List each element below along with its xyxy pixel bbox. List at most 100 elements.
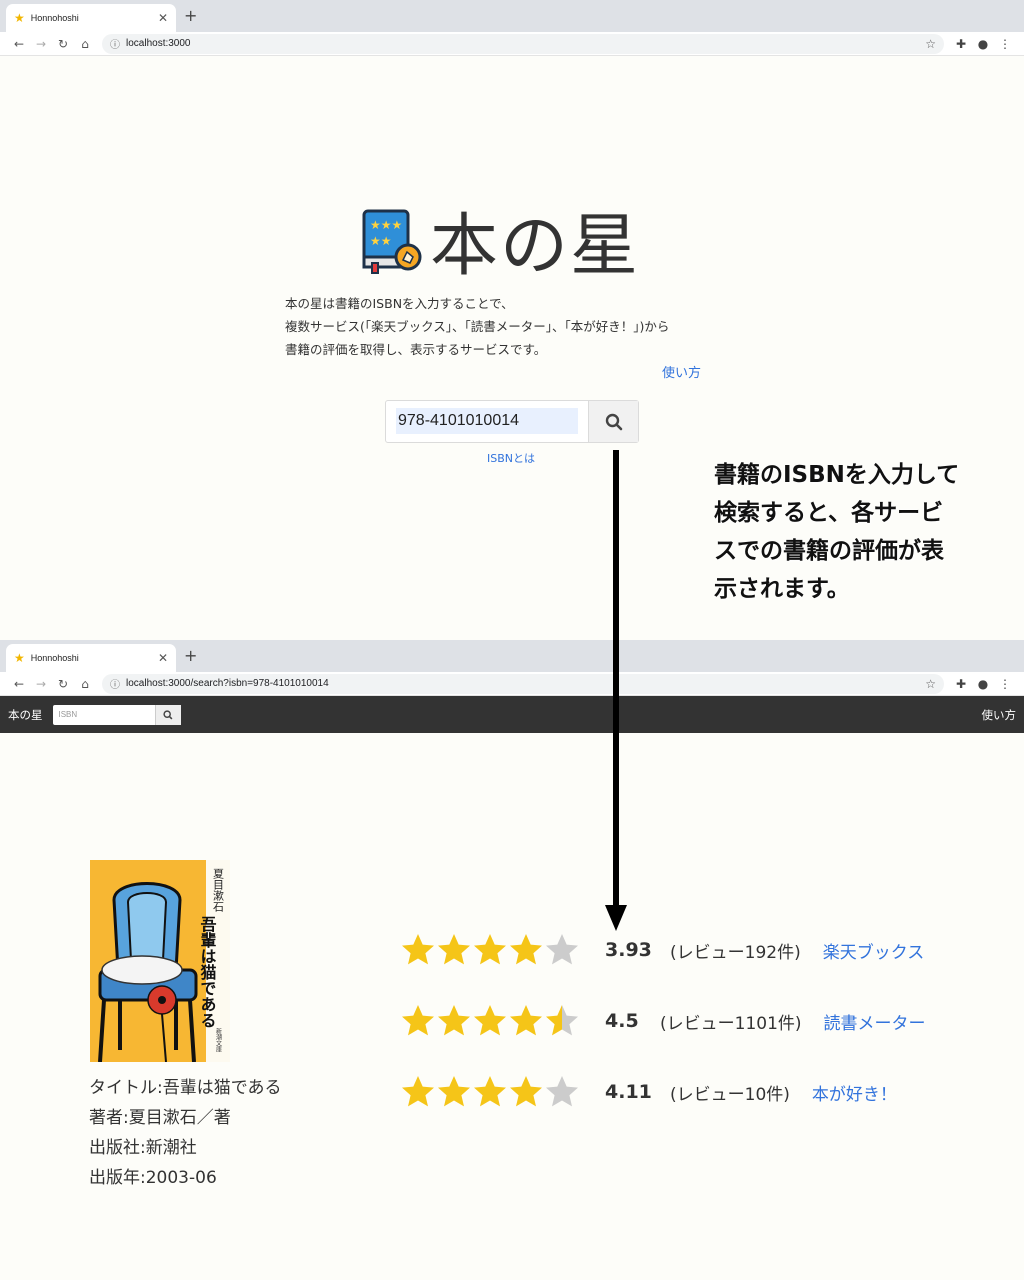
rating-score: 4.11 [605, 1081, 652, 1103]
review-count: (レビュー10件) [670, 1084, 790, 1105]
navbar-search-input[interactable]: ISBN [53, 710, 155, 719]
cover-title-text: 吾輩は猫である [198, 916, 217, 1028]
tab-title: Honnohoshi [30, 13, 79, 23]
callout-line: 検索すると、各サービ [714, 500, 944, 526]
address-url: localhost:3000/search?isbn=978-410101001… [126, 678, 329, 689]
browser-chrome-top: ★ Honnohoshi ✕ + ← → ↻ ⌂ ⓘ localhost:300… [0, 0, 1024, 56]
address-bar[interactable]: ⓘ localhost:3000 ☆ [102, 33, 944, 54]
star-icon [474, 1076, 506, 1107]
cover-publisher-text: 新潮文庫 [215, 1027, 222, 1053]
book-published-date: 出版年:2003-06 [89, 1168, 217, 1188]
star-icon [546, 1076, 578, 1107]
search-button[interactable] [588, 401, 638, 442]
reload-icon[interactable]: ↻ [52, 37, 74, 51]
navbar-search: ISBN [52, 704, 181, 725]
star-icon [546, 1005, 578, 1036]
description-line: 複数サービス(「楽天ブックス」、「読書メーター」、「本が好き！」)から [285, 319, 670, 334]
star-favicon-icon: ★ [14, 11, 25, 25]
site-navbar: 本の星 ISBN 使い方 [0, 696, 1024, 733]
navbar-brand[interactable]: 本の星 [8, 707, 43, 723]
callout-line: 示されます。 [714, 576, 850, 602]
service-link-honzuki[interactable]: 本が好き！ [812, 1080, 897, 1105]
annotation-arrow-shaft [613, 450, 619, 910]
close-tab-icon[interactable]: ✕ [158, 11, 168, 25]
rating-row: 4.11 (レビュー10件) 本が好き！ [400, 1072, 897, 1112]
menu-icon[interactable]: ⋮ [994, 677, 1016, 691]
star-favicon-icon: ★ [14, 651, 25, 665]
tab-strip: ★ Honnohoshi ✕ + [0, 640, 1024, 672]
service-link-rakuten[interactable]: 楽天ブックス [823, 938, 925, 963]
review-count: (レビュー192件) [670, 942, 801, 963]
tab-strip: ★ Honnohoshi ✕ + [0, 0, 1024, 32]
menu-icon[interactable]: ⋮ [994, 37, 1016, 51]
star-icon [438, 1005, 470, 1036]
rating-row: 4.5 (レビュー1101件) 読書メーター [400, 1001, 926, 1041]
new-tab-icon[interactable]: + [184, 646, 197, 665]
svg-text:★★: ★★ [370, 234, 392, 248]
star-rating [400, 932, 580, 968]
isbn-search-form: 978-4101010014 [385, 400, 639, 443]
search-icon [605, 413, 622, 430]
site-title: 本の星 [430, 207, 641, 286]
annotation-arrow-head [605, 905, 627, 931]
address-url: localhost:3000 [126, 38, 191, 49]
isbn-input-value: 978-4101010014 [396, 408, 578, 434]
browser-tab[interactable]: ★ Honnohoshi ✕ [6, 4, 176, 32]
extensions-icon[interactable]: ✚ [950, 677, 972, 691]
navbar-search-button[interactable] [154, 704, 181, 725]
callout-line: 書籍のISBNを入力して [714, 462, 960, 488]
bookmark-star-icon[interactable]: ☆ [925, 37, 936, 51]
info-icon[interactable]: ⓘ [110, 676, 120, 691]
star-icon [402, 1005, 434, 1036]
star-icon [546, 934, 578, 965]
book-publisher: 出版社:新潮社 [89, 1138, 197, 1158]
book-author: 著者:夏目漱石／著 [89, 1108, 231, 1128]
star-icon [474, 1005, 506, 1036]
browser-tab[interactable]: ★ Honnohoshi ✕ [6, 644, 176, 672]
reload-icon[interactable]: ↻ [52, 677, 74, 691]
description-line: 本の星は書籍のISBNを入力することで、 [285, 296, 514, 311]
cover-author-text: 夏目漱石 [212, 868, 225, 912]
extensions-icon[interactable]: ✚ [950, 37, 972, 51]
info-icon[interactable]: ⓘ [110, 36, 120, 51]
book-title: タイトル:吾輩は猫である [89, 1078, 282, 1098]
rating-score: 4.5 [605, 1010, 639, 1032]
navbar-usage-link[interactable]: 使い方 [982, 707, 1017, 723]
star-icon [402, 934, 434, 965]
home-icon[interactable]: ⌂ [74, 37, 96, 51]
rating-score: 3.93 [605, 939, 652, 961]
browser-toolbar: ← → ↻ ⌂ ⓘ localhost:3000 ☆ ✚ ● ⋮ [0, 32, 1024, 56]
callout-line: スでの書籍の評価が表 [714, 538, 944, 564]
address-bar[interactable]: ⓘ localhost:3000/search?isbn=978-4101010… [102, 673, 944, 694]
home-icon[interactable]: ⌂ [74, 677, 96, 691]
back-icon[interactable]: ← [8, 677, 30, 691]
search-icon [163, 709, 173, 719]
usage-link[interactable]: 使い方 [662, 362, 701, 381]
rating-row: 3.93 (レビュー192件) 楽天ブックス [400, 930, 924, 970]
annotation-callout: 書籍のISBNを入力して 検索すると、各サービ スでの書籍の評価が表 示されます… [714, 456, 984, 608]
book-stars-logo-icon: ★★★ ★★ [362, 209, 422, 274]
profile-icon[interactable]: ● [972, 677, 994, 691]
isbn-help-link[interactable]: ISBNとは [487, 450, 535, 466]
review-count: (レビュー1101件) [660, 1013, 802, 1034]
description-line: 書籍の評価を取得し、表示するサービスです。 [285, 342, 547, 357]
star-rating [400, 1074, 580, 1110]
browser-toolbar: ← → ↻ ⌂ ⓘ localhost:3000/search?isbn=978… [0, 672, 1024, 696]
isbn-search-input[interactable]: 978-4101010014 [386, 401, 588, 442]
book-info: タイトル:吾輩は猫である 著者:夏目漱石／著 出版社:新潮社 出版年:2003-… [89, 1073, 282, 1193]
star-icon [510, 1005, 542, 1036]
bookmark-star-icon[interactable]: ☆ [925, 677, 936, 691]
book-cover-image: 夏目漱石 吾輩は猫である 新潮文庫 [90, 860, 230, 1062]
star-icon [510, 934, 542, 965]
service-link-bookmeter[interactable]: 読書メーター [824, 1009, 926, 1034]
forward-icon[interactable]: → [30, 677, 52, 691]
back-icon[interactable]: ← [8, 37, 30, 51]
tab-title: Honnohoshi [30, 653, 79, 663]
close-tab-icon[interactable]: ✕ [158, 651, 168, 665]
browser-chrome-bottom: ★ Honnohoshi ✕ + ← → ↻ ⌂ ⓘ localhost:300… [0, 640, 1024, 696]
forward-icon[interactable]: → [30, 37, 52, 51]
star-icon [402, 1076, 434, 1107]
star-icon [474, 934, 506, 965]
new-tab-icon[interactable]: + [184, 6, 197, 25]
profile-icon[interactable]: ● [972, 37, 994, 51]
